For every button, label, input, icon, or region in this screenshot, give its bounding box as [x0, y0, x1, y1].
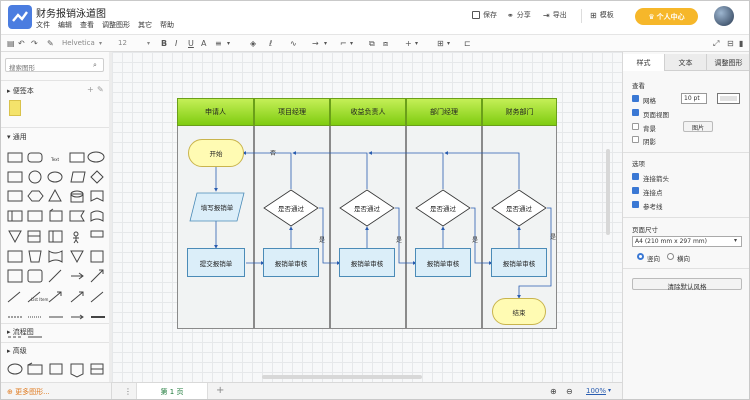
page-tab-1[interactable]: 第 1 页 [136, 383, 208, 399]
page-view-label: 页面视图 [643, 111, 669, 119]
edge-label-yes: 是 [550, 234, 557, 241]
grid-size-input[interactable]: 10 pt [681, 93, 707, 104]
background-label: 背景 [643, 125, 656, 133]
divider [623, 217, 749, 218]
tab-adjust-shape[interactable]: 调整图形 [707, 54, 749, 71]
pages-menu-icon[interactable]: ⋮ [124, 387, 132, 396]
zoom-in-icon[interactable]: ⊕ [550, 387, 557, 396]
decision-node-3[interactable]: 是否通过 [415, 189, 471, 227]
portrait-radio[interactable] [637, 253, 644, 260]
start-node[interactable]: 开始 [188, 139, 244, 167]
edge-decision1-no[interactable] [242, 151, 292, 189]
reset-style-button[interactable]: 清除默认风格 [632, 278, 742, 291]
background-image-button[interactable]: 图片 [683, 121, 713, 132]
zoom-dropdown-icon[interactable]: ▾ [608, 387, 611, 394]
view-heading: 查看 [632, 82, 645, 90]
fill-form-node[interactable]: 填写报销单 [189, 192, 245, 222]
edge-label-yes: 是 [396, 237, 403, 244]
format-panel: 样式 文本 调整图形 查看 网格 10 pt 页面视图 背景 图片 阴影 选项 … [622, 52, 749, 399]
submit-form-node[interactable]: 提交报销单 [187, 248, 245, 277]
divider [623, 152, 749, 153]
landscape-label: 横向 [677, 255, 690, 263]
review-node-3[interactable]: 报销单审核 [415, 248, 471, 277]
decision-node-4[interactable]: 是否通过 [491, 189, 547, 227]
guides-label: 参考线 [643, 203, 663, 211]
tab-text[interactable]: 文本 [665, 54, 707, 71]
grid-label: 网格 [643, 97, 656, 105]
edge-label-yes: 是 [319, 237, 326, 244]
edge-label-yes: 是 [472, 237, 479, 244]
edge-decision3-no[interactable] [368, 151, 444, 189]
add-page-button[interactable]: + [216, 385, 224, 396]
shadow-label: 阴影 [643, 138, 656, 146]
connection-points-label: 连接点 [643, 189, 663, 197]
decision-node-1[interactable]: 是否通过 [263, 189, 319, 227]
background-checkbox[interactable] [632, 123, 639, 130]
grid-color-swatch [720, 96, 737, 101]
page-tabs-bar: ⋮ 第 1 页 + ⊕ ⊖ 100% ▾ [112, 382, 622, 399]
page-size-select[interactable]: A4 (210 mm x 297 mm) [632, 236, 742, 247]
decision-node-2[interactable]: 是否通过 [339, 189, 395, 227]
review-node-2[interactable]: 报销单审核 [339, 248, 395, 277]
zoom-level[interactable]: 100% [586, 387, 606, 395]
app-window: 财务报销泳道图 文件 编辑 查看 调整图形 其它 帮助 保存 ⚭ 分享 ⇥ 导出… [0, 0, 750, 400]
edge-decision4-no[interactable] [444, 151, 520, 189]
end-node[interactable]: 结束 [492, 298, 546, 325]
connection-arrows-checkbox[interactable] [632, 173, 639, 180]
divider [623, 268, 749, 269]
tab-style[interactable]: 样式 [623, 54, 665, 71]
review-node-4[interactable]: 报销单审核 [491, 248, 547, 277]
chevron-down-icon: ▾ [734, 237, 738, 244]
grid-checkbox[interactable] [632, 95, 639, 102]
grid-color-button[interactable] [717, 93, 740, 104]
connection-points-checkbox[interactable] [632, 187, 639, 194]
page-view-checkbox[interactable] [632, 109, 639, 116]
options-heading: 选项 [632, 160, 645, 168]
page-size-heading: 页面尺寸 [632, 226, 658, 234]
zoom-out-icon[interactable]: ⊖ [566, 387, 573, 396]
connection-arrows-label: 连接箭头 [643, 175, 669, 183]
review-node-1[interactable]: 报销单审核 [263, 248, 319, 277]
edge-decision2-no[interactable] [292, 151, 368, 189]
shadow-checkbox[interactable] [632, 136, 639, 143]
landscape-radio[interactable] [667, 253, 674, 260]
portrait-label: 竖向 [647, 255, 660, 263]
edge-label-no: 否 [270, 150, 277, 157]
guides-checkbox[interactable] [632, 201, 639, 208]
